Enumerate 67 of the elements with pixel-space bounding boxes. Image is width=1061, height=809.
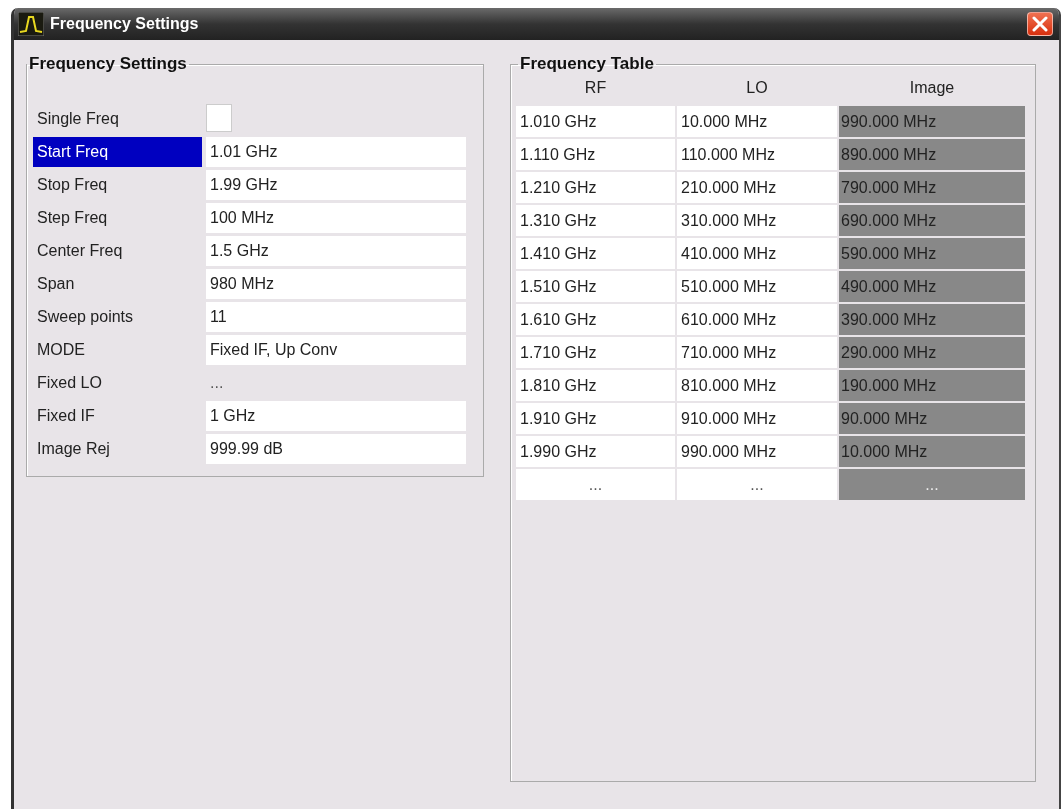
window-title: Frequency Settings (50, 15, 200, 33)
table-cell: 610.000 MHz (677, 304, 837, 335)
table-cell: 10.000 MHz (839, 436, 1025, 467)
panel-title: Frequency Table (519, 54, 655, 74)
value-field[interactable]: 999.99 dB (206, 434, 466, 464)
value-field[interactable]: 1 GHz (206, 401, 466, 431)
column-header: Image (908, 78, 956, 98)
table-cell: 810.000 MHz (677, 370, 837, 401)
table-cell: 190.000 MHz (839, 370, 1025, 401)
table-cell: 510.000 MHz (677, 271, 837, 302)
table-cell: 890.000 MHz (839, 139, 1025, 170)
table-cell: 790.000 MHz (839, 172, 1025, 203)
value-field[interactable]: 100 MHz (206, 203, 466, 233)
setting-label[interactable]: Fixed LO (33, 368, 202, 398)
setting-label[interactable]: MODE (33, 335, 202, 365)
setting-label[interactable]: Span (33, 269, 202, 299)
table-cell: 1.610 GHz (516, 304, 675, 335)
table-cell: 1.510 GHz (516, 271, 675, 302)
table-cell: 1.310 GHz (516, 205, 675, 236)
table-cell: 210.000 MHz (677, 172, 837, 203)
table-cell: 990.000 MHz (839, 106, 1025, 137)
setting-label[interactable]: Center Freq (33, 236, 202, 266)
checkbox[interactable] (206, 104, 232, 132)
panel-title: Frequency Settings (28, 54, 188, 74)
spectrum-icon (18, 12, 44, 36)
table-cell: 1.710 GHz (516, 337, 675, 368)
close-icon (1032, 16, 1048, 32)
table-cell: 110.000 MHz (677, 139, 837, 170)
setting-label[interactable]: Step Freq (33, 203, 202, 233)
value-text: ... (209, 373, 225, 393)
setting-label[interactable]: Single Freq (33, 104, 202, 134)
table-cell: 1.990 GHz (516, 436, 675, 467)
value-field[interactable]: 1.5 GHz (206, 236, 466, 266)
table-cell: 390.000 MHz (839, 304, 1025, 335)
value-field[interactable]: 980 MHz (206, 269, 466, 299)
table-cell: 710.000 MHz (677, 337, 837, 368)
table-cell: 1.010 GHz (516, 106, 675, 137)
table-cell: 1.410 GHz (516, 238, 675, 269)
table-cell: 1.110 GHz (516, 139, 675, 170)
value-field[interactable]: 1.99 GHz (206, 170, 466, 200)
table-cell: ... (677, 469, 837, 500)
table-cell: 990.000 MHz (677, 436, 837, 467)
table-cell: 590.000 MHz (839, 238, 1025, 269)
table-cell: 290.000 MHz (839, 337, 1025, 368)
setting-label[interactable]: Fixed IF (33, 401, 202, 431)
table-cell: ... (839, 469, 1025, 500)
value-field[interactable]: 1.01 GHz (206, 137, 466, 167)
column-header: LO (745, 78, 769, 98)
table-cell: 410.000 MHz (677, 238, 837, 269)
setting-label[interactable]: Sweep points (33, 302, 202, 332)
table-cell: ... (516, 469, 675, 500)
table-cell: 690.000 MHz (839, 205, 1025, 236)
table-cell: 910.000 MHz (677, 403, 837, 434)
table-cell: 10.000 MHz (677, 106, 837, 137)
table-cell: 1.210 GHz (516, 172, 675, 203)
value-field[interactable]: 11 (206, 302, 466, 332)
column-header: RF (583, 78, 608, 98)
setting-label[interactable]: Image Rej (33, 434, 202, 464)
value-field[interactable]: Fixed IF, Up Conv (206, 335, 466, 365)
table-cell: 310.000 MHz (677, 205, 837, 236)
table-cell: 490.000 MHz (839, 271, 1025, 302)
table-cell: 90.000 MHz (839, 403, 1025, 434)
close-button[interactable] (1027, 12, 1053, 36)
table-cell: 1.910 GHz (516, 403, 675, 434)
setting-label[interactable]: Start Freq (33, 137, 202, 167)
setting-label[interactable]: Stop Freq (33, 170, 202, 200)
table-cell: 1.810 GHz (516, 370, 675, 401)
